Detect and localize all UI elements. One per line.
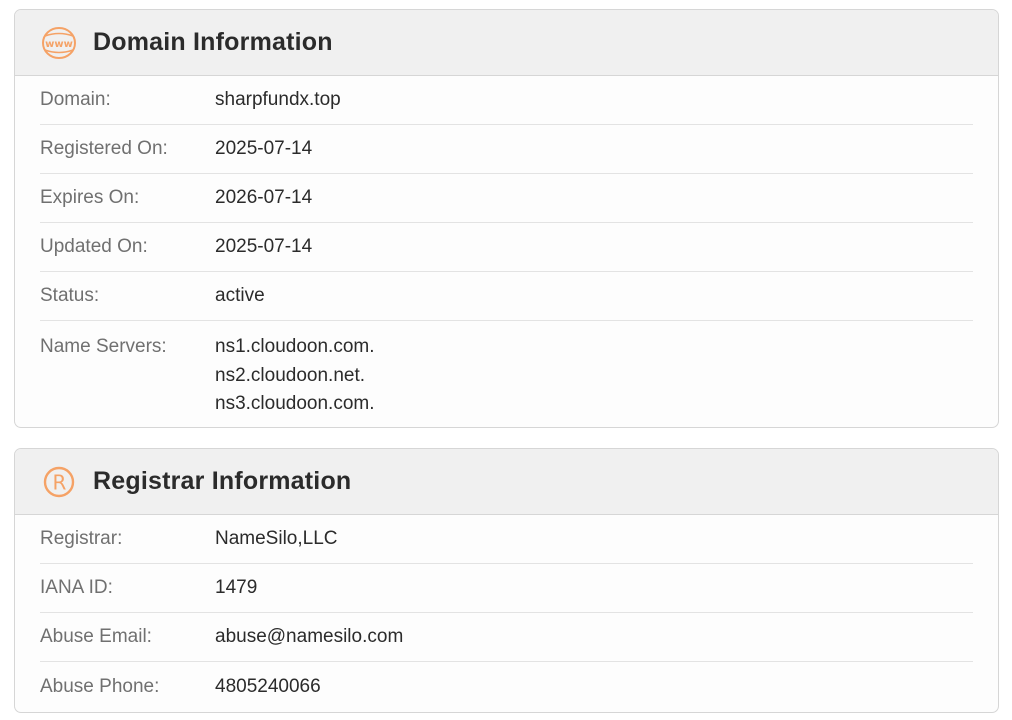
registrar-information-title: Registrar Information [93,467,352,495]
domain-label: Domain: [40,89,111,110]
domain-information-card: www Domain Information Domain: sharpfund… [14,9,999,428]
registrar-information-header: R Registrar Information [15,449,998,515]
name-servers-row: Name Servers: ns1.cloudoon.com. ns2.clou… [40,321,973,419]
registrar-row: Registrar: NameSilo,LLC [40,515,973,564]
expires-on-row: Expires On: 2026-07-14 [40,174,973,223]
name-server-3: ns3.cloudoon.com. [215,393,375,414]
svg-text:R: R [53,470,67,494]
name-servers-label: Name Servers: [40,336,167,357]
updated-on-row: Updated On: 2025-07-14 [40,223,973,272]
registrar-information-card: R Registrar Information Registrar: NameS… [14,448,999,713]
domain-row: Domain: sharpfundx.top [40,76,973,125]
registered-on-value: 2025-07-14 [215,138,313,159]
abuse-email-value: abuse@namesilo.com [215,626,404,647]
domain-value: sharpfundx.top [215,89,341,110]
registrar-label: Registrar: [40,528,123,549]
name-server-2: ns2.cloudoon.net. [215,364,366,386]
iana-id-value: 1479 [215,577,258,598]
domain-information-title: Domain Information [93,28,333,56]
registered-mark-icon: R [41,464,77,500]
updated-on-value: 2025-07-14 [215,236,313,257]
name-server-1: ns1.cloudoon.com. [215,336,375,357]
iana-id-label: IANA ID: [40,577,113,598]
registered-on-label: Registered On: [40,138,168,159]
abuse-email-label: Abuse Email: [40,626,152,647]
expires-on-value: 2026-07-14 [215,187,313,208]
www-globe-icon: www [41,25,77,61]
status-label: Status: [40,285,100,306]
iana-id-row: IANA ID: 1479 [40,564,973,613]
abuse-phone-value: 4805240066 [215,675,321,697]
updated-on-label: Updated On: [40,236,148,257]
abuse-email-row: Abuse Email: abuse@namesilo.com [40,613,973,662]
svg-text:www: www [45,39,73,50]
expires-on-label: Expires On: [40,187,140,208]
registered-on-row: Registered On: 2025-07-14 [40,125,973,174]
status-row: Status: active [40,272,973,321]
registrar-value: NameSilo,LLC [215,528,338,549]
abuse-phone-label: Abuse Phone: [40,675,160,697]
name-servers-list: ns1.cloudoon.com. ns2.cloudoon.net. ns3.… [215,333,375,419]
domain-information-header: www Domain Information [15,10,998,76]
domain-info-rows: Domain: sharpfundx.top Registered On: 20… [15,76,998,419]
abuse-phone-row: Abuse Phone: 4805240066 [40,662,973,711]
status-value: active [215,285,265,306]
registrar-info-rows: Registrar: NameSilo,LLC IANA ID: 1479 Ab… [15,515,998,711]
